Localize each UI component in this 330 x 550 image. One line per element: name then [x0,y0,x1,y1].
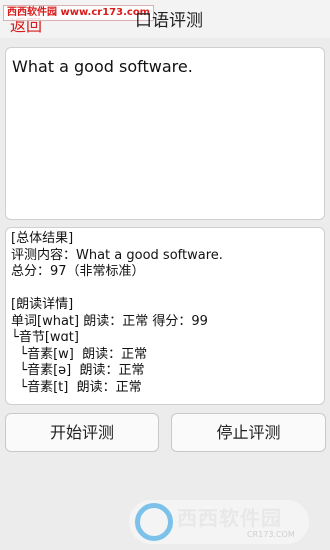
result-line: └音节[wɑt] [11,330,79,345]
logo-ring-icon [135,503,173,541]
input-text-panel[interactable]: What a good software. [5,47,325,259]
result-line: 评测内容：What a good software. [11,247,223,263]
evaluation-text: What a good software. [12,57,193,76]
logo-sub-text: CR173.COM [247,530,295,539]
page-title: 口语评测 [135,11,203,31]
start-evaluation-button[interactable]: 开始评测 [5,413,159,452]
site-watermark: 西西软件园 www.cr173.com [3,5,155,21]
result-line: └音素[w] 朗读：正常 [11,346,148,362]
result-line: 总分：97（非常标准） [11,264,145,279]
result-panel[interactable]: [总体结果] 评测内容：What a good software. 总分：97（… [5,227,325,405]
site-logo: 西西软件园 CR173.COM [129,500,309,544]
result-line: └音素[t] 朗读：正常 [11,379,142,395]
result-line: └音素[ə] 朗读：正常 [11,363,145,378]
stop-evaluation-button[interactable]: 停止评测 [171,413,326,452]
result-line: [总体结果] [11,231,74,246]
result-line [11,281,223,298]
result-line: 单词[what] 朗读：正常 得分：99 [11,313,208,329]
result-lines: [总体结果] 评测内容：What a good software. 总分：97（… [11,231,223,396]
top-bar: 返回 西西软件园 www.cr173.com 口语评测 [0,0,330,38]
logo-main-text: 西西软件园 [177,506,282,530]
result-line: [朗读详情] [11,297,74,312]
